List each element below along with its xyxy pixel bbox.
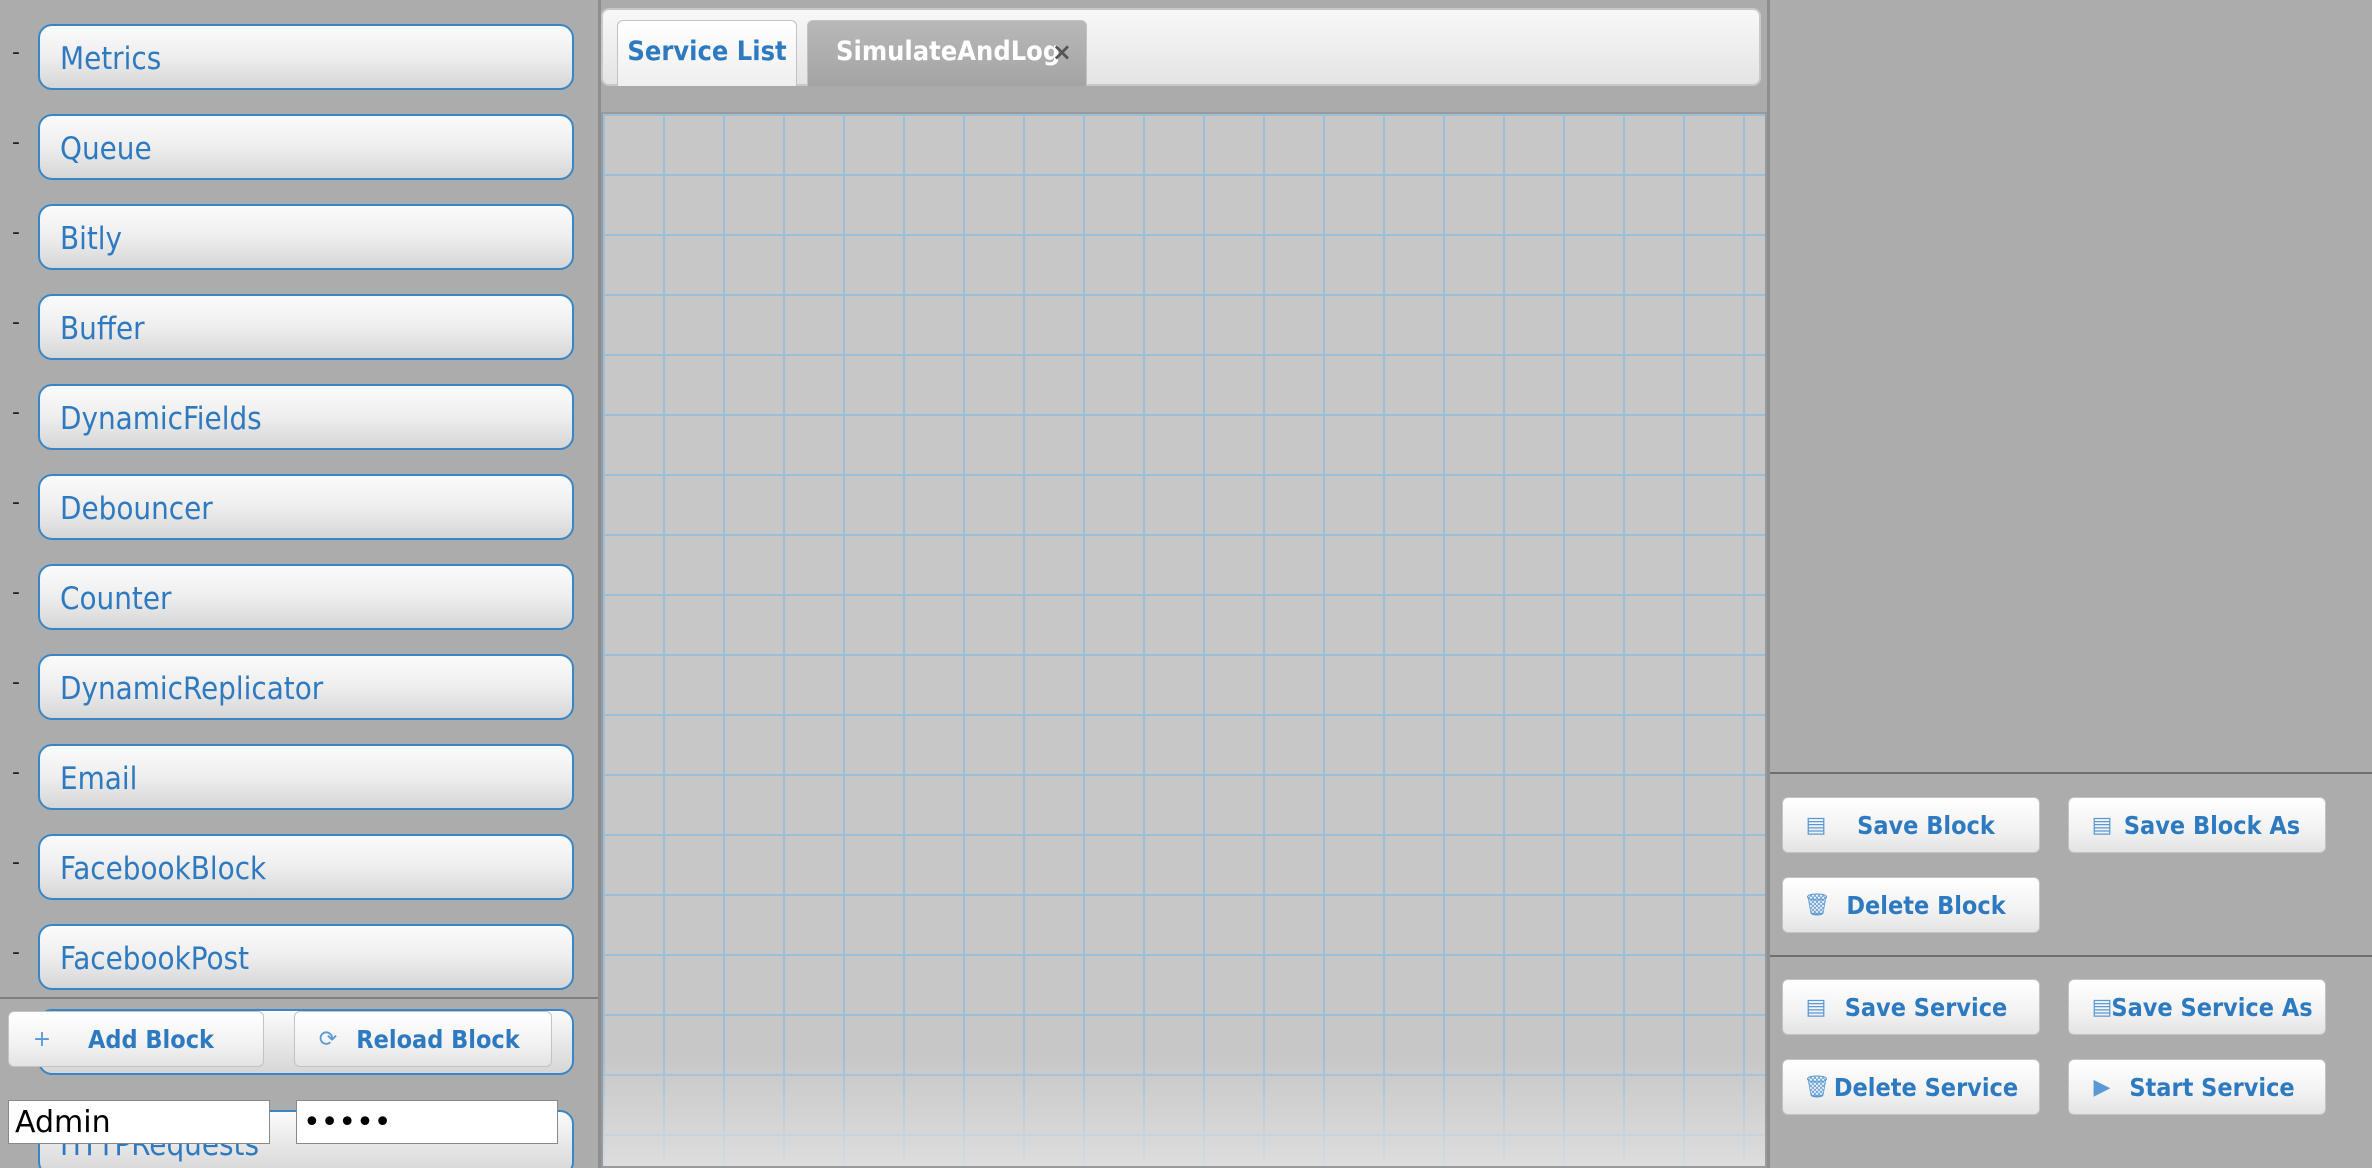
block-item-label: Debouncer	[60, 491, 213, 527]
reload-block-button[interactable]: ⟳ Reload Block	[294, 1011, 552, 1067]
delete-block-button[interactable]: 🗑 Delete Block	[1782, 877, 2040, 933]
block-item[interactable]: Buffer	[38, 294, 574, 360]
block-row: - Email	[0, 744, 598, 814]
divider	[1770, 955, 2372, 957]
password-field[interactable]	[296, 1100, 558, 1144]
divider	[1770, 772, 2372, 774]
tab-bar: Service List SimulateAndLog ×	[601, 8, 1761, 86]
collapse-dash-icon[interactable]: -	[12, 762, 20, 784]
plus-icon: +	[32, 1027, 52, 1052]
block-item-label: FacebookBlock	[60, 851, 267, 887]
save-icon: ▤	[1805, 995, 1827, 1020]
collapse-dash-icon[interactable]: -	[12, 222, 20, 244]
block-row: - Queue	[0, 114, 598, 184]
block-item[interactable]: Metrics	[38, 24, 574, 90]
block-item[interactable]: FacebookBlock	[38, 834, 574, 900]
collapse-dash-icon[interactable]: -	[12, 582, 20, 604]
service-canvas[interactable]	[601, 112, 1767, 1168]
tab-simulate-and-log-label: SimulateAndLog	[836, 36, 1061, 67]
save-service-label: Save Service	[1844, 993, 2008, 1022]
block-row: - Metrics	[0, 24, 598, 94]
save-service-as-button[interactable]: ▤ Save Service As	[2068, 979, 2326, 1035]
collapse-dash-icon[interactable]: -	[12, 42, 20, 64]
block-row: - Bitly	[0, 204, 598, 274]
collapse-dash-icon[interactable]: -	[12, 402, 20, 424]
save-block-as-label: Save Block As	[2123, 811, 2301, 840]
add-block-label: Add Block	[87, 1025, 214, 1054]
block-item[interactable]: Bitly	[38, 204, 574, 270]
block-item[interactable]: Counter	[38, 564, 574, 630]
block-row: - Debouncer	[0, 474, 598, 544]
close-icon[interactable]: ×	[1052, 21, 1072, 83]
block-item-label: DynamicFields	[60, 401, 262, 437]
trash-icon: 🗑	[1803, 1075, 1831, 1100]
block-item-label: Buffer	[60, 311, 145, 347]
tab-service-list-label: Service List	[627, 36, 787, 67]
collapse-dash-icon[interactable]: -	[12, 492, 20, 514]
reload-block-label: Reload Block	[356, 1025, 520, 1054]
block-item-label: DynamicReplicator	[60, 671, 324, 707]
save-block-button[interactable]: ▤ Save Block	[1782, 797, 2040, 853]
block-row: - FacebookBlock	[0, 834, 598, 904]
collapse-dash-icon[interactable]: -	[12, 672, 20, 694]
tab-service-list[interactable]: Service List	[617, 20, 797, 86]
start-service-label: Start Service	[2129, 1073, 2295, 1102]
block-item-label: Bitly	[60, 221, 123, 257]
delete-block-label: Delete Block	[1846, 891, 2006, 920]
block-item[interactable]: DynamicReplicator	[38, 654, 574, 720]
reload-icon: ⟳	[318, 1027, 338, 1052]
save-block-as-button[interactable]: ▤ Save Block As	[2068, 797, 2326, 853]
block-row: - DynamicFields	[0, 384, 598, 454]
block-item-label: Email	[60, 761, 138, 797]
username-field[interactable]	[8, 1100, 270, 1144]
start-service-button[interactable]: ▶ Start Service	[2068, 1059, 2326, 1115]
canvas-bottom-fade	[603, 1056, 1765, 1166]
block-item[interactable]: FacebookPost	[38, 924, 574, 990]
block-item[interactable]: Email	[38, 744, 574, 810]
play-icon: ▶	[2093, 1075, 2111, 1100]
tab-simulate-and-log[interactable]: SimulateAndLog ×	[807, 20, 1087, 86]
block-item[interactable]: Debouncer	[38, 474, 574, 540]
block-item[interactable]: Queue	[38, 114, 574, 180]
block-row: - Counter	[0, 564, 598, 634]
save-icon: ▤	[2091, 995, 2113, 1020]
save-service-as-label: Save Service As	[2111, 993, 2313, 1022]
block-item-label: Queue	[60, 131, 152, 167]
save-service-button[interactable]: ▤ Save Service	[1782, 979, 2040, 1035]
delete-service-button[interactable]: 🗑 Delete Service	[1782, 1059, 2040, 1115]
block-row: - Buffer	[0, 294, 598, 364]
save-icon: ▤	[1805, 813, 1827, 838]
add-block-button[interactable]: + Add Block	[8, 1011, 264, 1067]
block-library-panel: - Metrics - Queue - Bitly - Buffer - DynamicField…	[0, 0, 601, 1168]
properties-panel: ▤ Save Block ▤ Save Block As 🗑 Delete Bl…	[1767, 0, 2372, 1168]
save-icon: ▤	[2091, 813, 2113, 838]
block-item-label: FacebookPost	[60, 941, 249, 977]
collapse-dash-icon[interactable]: -	[12, 132, 20, 154]
block-item-label: Metrics	[60, 41, 162, 77]
block-item[interactable]: DynamicFields	[38, 384, 574, 450]
block-row: - DynamicReplicator	[0, 654, 598, 724]
collapse-dash-icon[interactable]: -	[12, 312, 20, 334]
delete-service-label: Delete Service	[1833, 1073, 2019, 1102]
collapse-dash-icon[interactable]: -	[12, 942, 20, 964]
save-block-label: Save Block	[1857, 811, 1995, 840]
trash-icon: 🗑	[1803, 893, 1831, 918]
service-editor: Service List SimulateAndLog ×	[601, 0, 1767, 1168]
block-item-label: Counter	[60, 581, 172, 617]
collapse-dash-icon[interactable]: -	[12, 852, 20, 874]
block-row: - FacebookPost	[0, 924, 598, 994]
